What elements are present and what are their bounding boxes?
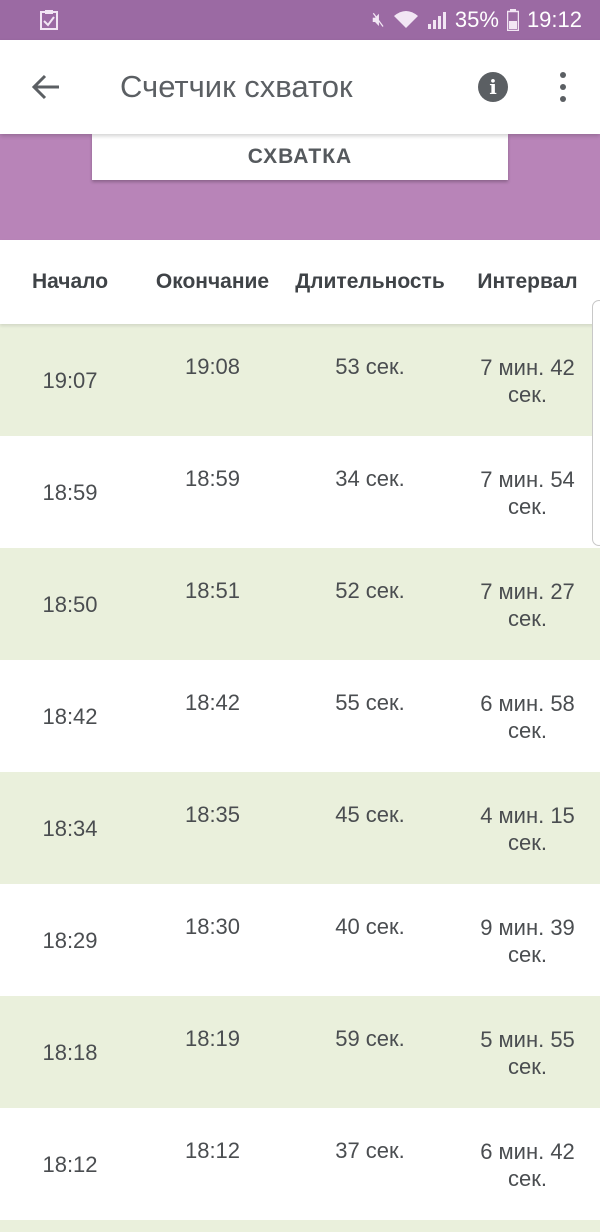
cell-duration: 45 сек. bbox=[335, 802, 405, 827]
checklist-notification-icon bbox=[40, 10, 58, 30]
column-header-end: Окончание bbox=[155, 270, 270, 293]
cell-interval: 9 мин. 39 сек. bbox=[455, 884, 600, 996]
cell-duration: 37 сек. bbox=[335, 1138, 405, 1163]
table-row[interactable]: 18:12 18:12 37 сек. 6 мин. 42 сек. bbox=[0, 1108, 600, 1220]
interval-unit: сек. bbox=[508, 942, 547, 967]
column-header-duration: Длительность bbox=[295, 270, 445, 293]
contractions-table: 19:07 19:08 53 сек. 7 мин. 42 сек. 18:59 … bbox=[0, 324, 600, 1232]
interval-value: 7 мин. 27 bbox=[480, 579, 575, 604]
interval-value: 4 мин. 15 bbox=[480, 803, 575, 828]
cell-start: 18:42 bbox=[42, 704, 98, 729]
interval-unit: сек. bbox=[508, 382, 547, 407]
table-row-partial bbox=[0, 1220, 600, 1232]
interval-value: 7 мин. 54 bbox=[480, 467, 575, 492]
cell-end: 18:42 bbox=[184, 690, 241, 715]
interval-value: 6 мин. 42 bbox=[480, 1139, 575, 1164]
cell-end: 18:12 bbox=[184, 1138, 241, 1163]
cell-interval: 7 мин. 54 сек. bbox=[455, 436, 600, 548]
table-row[interactable]: 18:29 18:30 40 сек. 9 мин. 39 сек. bbox=[0, 884, 600, 996]
interval-value: 5 мин. 55 bbox=[480, 1027, 575, 1052]
arrow-back-icon bbox=[31, 74, 59, 100]
info-icon[interactable]: i bbox=[478, 72, 508, 102]
cell-interval: 6 мин. 58 сек. bbox=[455, 660, 600, 772]
cell-duration: 40 сек. bbox=[335, 914, 405, 939]
signal-icon bbox=[427, 12, 446, 29]
menu-dot bbox=[560, 84, 566, 90]
cell-start: 18:18 bbox=[42, 1040, 98, 1065]
cell-interval: 6 мин. 42 сек. bbox=[455, 1108, 600, 1220]
interval-value: 7 мин. 42 bbox=[480, 355, 575, 380]
table-row[interactable]: 18:18 18:19 59 сек. 5 мин. 55 сек. bbox=[0, 996, 600, 1108]
cell-duration: 53 сек. bbox=[335, 354, 405, 379]
table-row[interactable]: 18:50 18:51 52 сек. 7 мин. 27 сек. bbox=[0, 548, 600, 660]
status-time: 19:12 bbox=[526, 7, 582, 32]
table-row[interactable]: 18:34 18:35 45 сек. 4 мин. 15 сек. bbox=[0, 772, 600, 884]
cell-start: 18:29 bbox=[42, 928, 98, 953]
table-row[interactable]: 18:59 18:59 34 сек. 7 мин. 54 сек. bbox=[0, 436, 600, 548]
cell-duration: 59 сек. bbox=[335, 1026, 405, 1051]
cell-end: 18:51 bbox=[184, 578, 241, 603]
interval-unit: сек. bbox=[508, 494, 547, 519]
battery-percent: 35% bbox=[454, 7, 499, 32]
cell-interval: 5 мин. 55 сек. bbox=[455, 996, 600, 1108]
cell-duration: 34 сек. bbox=[335, 466, 405, 491]
mute-icon: 🔇︎ bbox=[372, 8, 385, 31]
scrollbar-handle[interactable] bbox=[592, 300, 600, 546]
column-header-start: Начало bbox=[31, 270, 109, 293]
interval-unit: сек. bbox=[508, 1166, 547, 1191]
interval-unit: сек. bbox=[508, 830, 547, 855]
cell-start: 18:34 bbox=[42, 816, 98, 841]
battery-icon bbox=[506, 9, 519, 31]
interval-value: 9 мин. 39 bbox=[480, 915, 575, 940]
cell-start: 18:50 bbox=[42, 592, 98, 617]
more-menu-button[interactable] bbox=[548, 40, 578, 134]
status-bar: 🔇︎ 35% 19:12 bbox=[0, 0, 600, 40]
cell-end: 19:08 bbox=[184, 354, 241, 379]
menu-dot bbox=[560, 72, 566, 78]
page-title: Счетчик схваток bbox=[120, 69, 353, 104]
menu-dot bbox=[560, 96, 566, 102]
cell-start: 19:07 bbox=[42, 368, 98, 393]
interval-unit: сек. bbox=[508, 606, 547, 631]
cell-interval: 7 мин. 42 сек. bbox=[455, 324, 600, 436]
interval-unit: сек. bbox=[508, 718, 547, 743]
table-row[interactable]: 18:42 18:42 55 сек. 6 мин. 58 сек. bbox=[0, 660, 600, 772]
table-header: Начало Окончание Длительность Интервал bbox=[0, 240, 600, 324]
cell-start: 18:59 bbox=[42, 480, 98, 505]
contraction-button[interactable]: СХВАТКА bbox=[92, 134, 508, 180]
back-button[interactable] bbox=[0, 40, 92, 134]
cell-interval: 4 мин. 15 сек. bbox=[455, 772, 600, 884]
column-header-interval: Интервал bbox=[477, 270, 578, 293]
cell-duration: 52 сек. bbox=[335, 578, 405, 603]
interval-unit: сек. bbox=[508, 1054, 547, 1079]
cell-interval: 7 мин. 27 сек. bbox=[455, 548, 600, 660]
wifi-icon bbox=[393, 11, 418, 28]
cell-end: 18:59 bbox=[184, 466, 241, 491]
cell-end: 18:35 bbox=[184, 802, 241, 827]
cell-end: 18:30 bbox=[184, 914, 241, 939]
cell-end: 18:19 bbox=[184, 1026, 241, 1051]
cell-duration: 55 сек. bbox=[335, 690, 405, 715]
cell-start: 18:12 bbox=[42, 1152, 98, 1177]
table-row[interactable]: 19:07 19:08 53 сек. 7 мин. 42 сек. bbox=[0, 324, 600, 436]
header-band: СХВАТКА bbox=[0, 134, 600, 240]
interval-value: 6 мин. 58 bbox=[480, 691, 575, 716]
app-bar: Счетчик схваток i bbox=[0, 40, 600, 134]
